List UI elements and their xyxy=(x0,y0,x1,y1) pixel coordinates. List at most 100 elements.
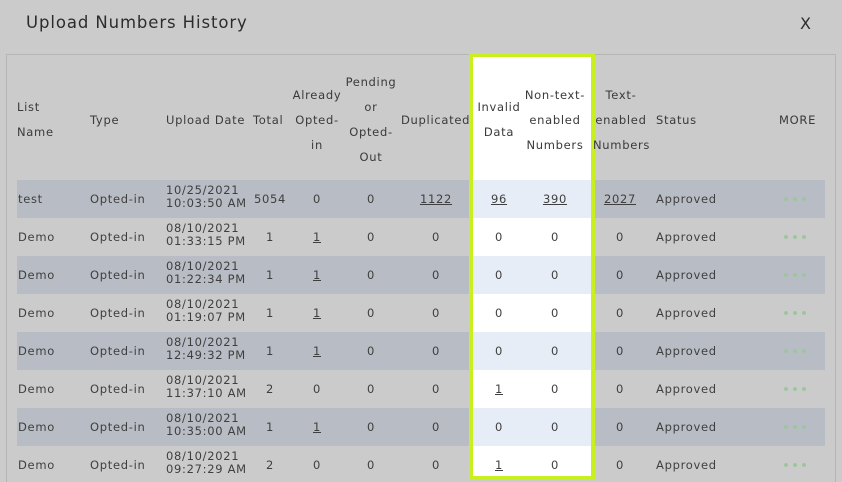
cell-upload-date: 08/10/2021 01:33:15 PM xyxy=(166,221,246,248)
more-options-icon[interactable] xyxy=(784,311,806,315)
cell-already[interactable]: 1 xyxy=(300,420,334,434)
more-options-icon[interactable] xyxy=(784,349,806,353)
header-list-name[interactable]: List Name xyxy=(17,95,54,145)
dot xyxy=(793,235,797,239)
cell-name: Demo xyxy=(18,306,55,320)
header-total[interactable]: Total xyxy=(253,108,283,133)
cell-total: 2 xyxy=(265,382,275,396)
cell-text-enabled[interactable]: 2027 xyxy=(600,192,640,206)
header-type[interactable]: Type xyxy=(90,108,119,133)
cell-upload-date: 08/10/2021 11:37:10 AM xyxy=(166,373,247,400)
dot xyxy=(793,349,797,353)
cell-type: Opted-in xyxy=(90,268,146,282)
dot xyxy=(784,235,788,239)
cell-status: Approved xyxy=(656,268,717,282)
more-options-icon[interactable] xyxy=(784,425,806,429)
cell-total: 1 xyxy=(265,306,275,320)
cell-upload-date: 08/10/2021 01:22:34 PM xyxy=(166,259,246,286)
cell-invalid[interactable]: 1 xyxy=(478,382,520,396)
header-invalid-data[interactable]: Invalid Data xyxy=(473,95,525,145)
dot xyxy=(784,349,788,353)
dot xyxy=(802,349,806,353)
cell-total: 1 xyxy=(265,420,275,434)
cell-text-enabled: 0 xyxy=(615,230,625,244)
dot xyxy=(793,273,797,277)
header-pending-or-opted-out[interactable]: Pending or Opted- Out xyxy=(344,70,398,170)
dot xyxy=(802,235,806,239)
cell-status: Approved xyxy=(656,192,717,206)
cell-type: Opted-in xyxy=(90,344,146,358)
cell-non-text: 0 xyxy=(550,458,560,472)
cell-already: 0 xyxy=(312,192,322,206)
dot xyxy=(784,425,788,429)
cell-invalid[interactable]: 1 xyxy=(478,458,520,472)
cell-name: Demo xyxy=(18,382,55,396)
cell-type: Opted-in xyxy=(90,420,146,434)
cell-status: Approved xyxy=(656,306,717,320)
cell-already[interactable]: 1 xyxy=(300,344,334,358)
dot xyxy=(784,311,788,315)
cell-already[interactable]: 1 xyxy=(300,268,334,282)
dot xyxy=(802,425,806,429)
cell-already: 0 xyxy=(312,458,322,472)
cell-status: Approved xyxy=(656,382,717,396)
cell-duplicated[interactable]: 1122 xyxy=(410,192,462,206)
header-duplicated[interactable]: Duplicated xyxy=(401,108,470,133)
cell-pending: 0 xyxy=(366,306,376,320)
cell-invalid: 0 xyxy=(494,420,504,434)
header-non-text-enabled-numbers[interactable]: Non-text-enabled Numbers xyxy=(522,83,588,158)
cell-invalid[interactable]: 96 xyxy=(478,192,520,206)
dot xyxy=(802,197,806,201)
cell-pending: 0 xyxy=(366,268,376,282)
cell-duplicated: 0 xyxy=(431,382,441,396)
cell-status: Approved xyxy=(656,458,717,472)
more-options-icon[interactable] xyxy=(784,387,806,391)
cell-text-enabled: 0 xyxy=(615,420,625,434)
cell-upload-date: 10/25/2021 10:03:50 AM xyxy=(166,183,247,210)
cell-name: Demo xyxy=(18,420,55,434)
cell-text-enabled: 0 xyxy=(615,382,625,396)
more-options-icon[interactable] xyxy=(784,273,806,277)
cell-non-text[interactable]: 390 xyxy=(530,192,580,206)
close-button[interactable]: X xyxy=(800,14,811,33)
cell-pending: 0 xyxy=(366,420,376,434)
cell-type: Opted-in xyxy=(90,230,146,244)
cell-total: 1 xyxy=(265,344,275,358)
modal-title: Upload Numbers History xyxy=(26,13,248,32)
more-options-icon[interactable] xyxy=(784,235,806,239)
header-already-opted-in[interactable]: Already Opted-in xyxy=(290,83,344,158)
header-text-enabled-numbers[interactable]: Text-enabled Numbers xyxy=(593,83,649,158)
cell-invalid: 0 xyxy=(494,306,504,320)
cell-type: Opted-in xyxy=(90,192,146,206)
cell-total: 1 xyxy=(265,230,275,244)
cell-invalid: 0 xyxy=(494,230,504,244)
cell-name: Demo xyxy=(18,458,55,472)
dot xyxy=(784,387,788,391)
dot xyxy=(784,197,788,201)
cell-already[interactable]: 1 xyxy=(300,306,334,320)
cell-non-text: 0 xyxy=(550,230,560,244)
cell-status: Approved xyxy=(656,344,717,358)
more-options-icon[interactable] xyxy=(784,197,806,201)
cell-duplicated: 0 xyxy=(431,458,441,472)
cell-upload-date: 08/10/2021 01:19:07 PM xyxy=(166,297,246,324)
dot xyxy=(793,463,797,467)
cell-already: 0 xyxy=(312,382,322,396)
cell-text-enabled: 0 xyxy=(615,268,625,282)
more-options-icon[interactable] xyxy=(784,463,806,467)
cell-duplicated: 0 xyxy=(431,420,441,434)
cell-already[interactable]: 1 xyxy=(300,230,334,244)
cell-text-enabled: 0 xyxy=(615,306,625,320)
cell-upload-date: 08/10/2021 10:35:00 AM xyxy=(166,411,247,438)
cell-non-text: 0 xyxy=(550,268,560,282)
header-upload-date[interactable]: Upload Date xyxy=(166,108,245,133)
cell-pending: 0 xyxy=(366,192,376,206)
cell-text-enabled: 0 xyxy=(615,458,625,472)
cell-non-text: 0 xyxy=(550,306,560,320)
cell-type: Opted-in xyxy=(90,458,146,472)
cell-pending: 0 xyxy=(366,382,376,396)
cell-total: 1 xyxy=(265,268,275,282)
header-status[interactable]: Status xyxy=(656,108,697,133)
cell-pending: 0 xyxy=(366,458,376,472)
cell-name: test xyxy=(18,192,43,206)
